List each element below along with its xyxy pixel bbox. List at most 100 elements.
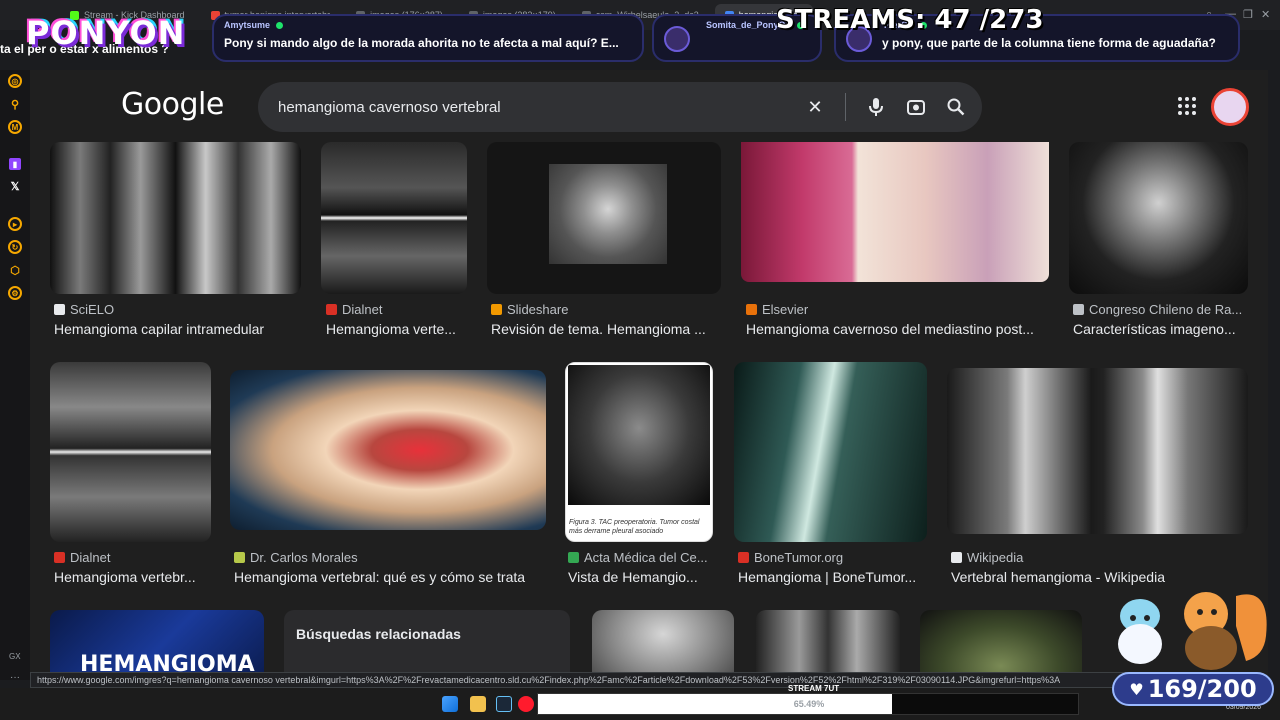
result-title[interactable]: Hemangioma cavernoso del mediastino post… [746,321,1051,337]
result-title[interactable]: Hemangioma capilar intramedular [54,321,294,337]
more-icon[interactable]: ··· [10,672,20,683]
related-searches-panel[interactable]: Búsquedas relacionadas [284,610,570,680]
source-label: SciELO [70,302,115,317]
image-favicon-icon [468,10,478,20]
image-result-thumbnail[interactable] [321,142,467,294]
image-result-thumbnail[interactable] [734,362,927,542]
browser-viewport: Google hemangioma cavernoso vertebral ✕ … [30,70,1268,680]
browser-tab[interactable]: images (176×287) [346,4,453,26]
heart-icon: ♥ [1129,679,1144,699]
gx-label: GX [9,652,21,661]
result-source[interactable]: Wikipedia [951,550,1023,565]
maximize-icon[interactable]: ❐ [1243,8,1253,21]
image-result-thumbnail[interactable] [947,368,1248,534]
browser-tabstrip: Stream - Kick Dashboard tumor benigno in… [0,0,1280,30]
gx-tools-icon[interactable]: ⚲ [8,97,22,111]
image-result-thumbnail[interactable] [592,610,734,680]
source-label: Elsevier [762,302,809,317]
result-title[interactable]: Vista de Hemangio... [568,569,714,585]
image-result-thumbnail[interactable] [230,370,546,530]
google-logo[interactable]: Google [121,87,224,122]
profile-avatar[interactable] [1211,88,1249,126]
bonetumor-favicon-icon [738,552,749,563]
x-twitter-icon[interactable]: 𝕏 [8,179,22,193]
close-window-icon[interactable]: ✕ [1261,8,1270,21]
result-title[interactable]: Hemangioma verte... [326,321,468,337]
settings-icon[interactable]: ⚙ [8,286,22,300]
source-label: Acta Médica del Ce... [584,550,708,565]
search-bar[interactable]: hemangioma cavernoso vertebral ✕ [258,82,982,132]
result-source[interactable]: BoneTumor.org [738,550,843,565]
image-result-thumbnail[interactable] [741,142,1049,282]
source-label: Dialnet [70,550,111,565]
search-input[interactable]: hemangioma cavernoso vertebral [278,99,501,116]
source-label: Slideshare [507,302,569,317]
result-source[interactable]: Dialnet [326,302,382,317]
result-title[interactable]: Revisión de tema. Hemangioma ... [491,321,719,337]
windows-start-icon[interactable] [442,696,458,712]
result-title[interactable]: Hemangioma | BoneTumor... [738,569,928,585]
search-icon[interactable] [946,98,966,116]
source-label: Congreso Chileno de Ra... [1089,302,1243,317]
image-result-thumbnail[interactable] [50,142,301,294]
stream-progress-bar: 65.49% [537,693,1079,715]
messenger-icon[interactable]: M [8,120,22,134]
browser-tab[interactable]: Stream - Kick Dashboard [60,4,195,26]
slideshare-favicon-icon [491,304,502,315]
tab-label: images (282×179) [482,10,556,20]
google-apps-icon[interactable] [1178,97,1196,115]
image-result-thumbnail[interactable]: HEMANGIOMA [50,610,264,680]
chat-message: Pony si mando algo de la morada ahorita … [224,36,619,50]
browser-tab[interactable]: images (282×179) [459,4,566,26]
microphone-icon[interactable] [866,97,886,117]
image-result-thumbnail[interactable] [1069,142,1248,294]
tab-label: tumor benigno intervertebr [224,10,331,20]
image-result-thumbnail[interactable] [487,142,721,294]
result-source[interactable]: Dialnet [54,550,110,565]
browser-tab[interactable]: csm_Wirbelsaeule_2_dc3 [572,4,709,26]
search-tabs-icon[interactable]: ⌕ [1206,8,1212,21]
minimize-icon[interactable]: — [1225,8,1236,20]
carlos-morales-favicon-icon [234,552,245,563]
ct-scan-image [549,164,667,264]
image-result-thumbnail[interactable] [920,610,1082,680]
browser-tab-active[interactable]: hemangioma ca [714,4,813,26]
related-searches-title: Búsquedas relacionadas [296,626,461,642]
chat-message: y pony, que parte de la columna tiene fo… [882,36,1216,50]
result-source[interactable]: Elsevier [746,302,808,317]
clear-search-icon[interactable]: ✕ [805,97,825,118]
result-source[interactable]: Dr. Carlos Morales [234,550,358,565]
extensions-icon[interactable]: ⬡ [8,263,22,277]
result-source[interactable]: Slideshare [491,302,568,317]
result-title[interactable]: Hemangioma vertebr... [54,569,210,585]
charmander-mascot-icon [1184,592,1267,670]
file-explorer-icon[interactable] [470,696,486,712]
image-result-thumbnail[interactable]: Figura 3. TAC preoperatoria. Tumor costa… [565,362,713,542]
image-favicon-icon [581,10,591,20]
ct-scan-image [568,365,710,505]
image-result-thumbnail[interactable] [50,362,211,542]
result-title[interactable]: Hemangioma vertebral: qué es y cómo se t… [234,569,554,585]
result-source[interactable]: Congreso Chileno de Ra... [1073,302,1242,317]
browser-tab[interactable]: tumor benigno intervertebr [201,4,341,26]
gx-corner-icon[interactable]: ◎ [8,74,22,88]
source-label: Dr. Carlos Morales [250,550,358,565]
camera-lens-icon[interactable] [906,97,926,117]
figure-caption: Figura 3. TAC preoperatoria. Tumor costa… [569,519,700,535]
dialnet-favicon-icon [54,552,65,563]
progress-label: 65.49% [793,699,825,709]
image-result-thumbnail[interactable] [756,610,900,680]
opera-gx-icon[interactable] [518,696,534,712]
twitch-icon[interactable]: ▮ [9,158,21,170]
result-source[interactable]: Acta Médica del Ce... [568,550,708,565]
tab-label: images (176×287) [370,10,443,20]
result-source[interactable]: SciELO [54,302,114,317]
image-favicon-icon [356,10,366,20]
player-icon[interactable]: ▸ [8,217,22,231]
result-title[interactable]: Características imageno... [1073,321,1251,337]
history-icon[interactable]: ↻ [8,240,22,254]
source-label: Dialnet [342,302,383,317]
cat-mascot-icon [1118,599,1162,664]
steam-icon[interactable] [496,696,512,712]
search-bar-actions: ✕ [805,82,966,132]
